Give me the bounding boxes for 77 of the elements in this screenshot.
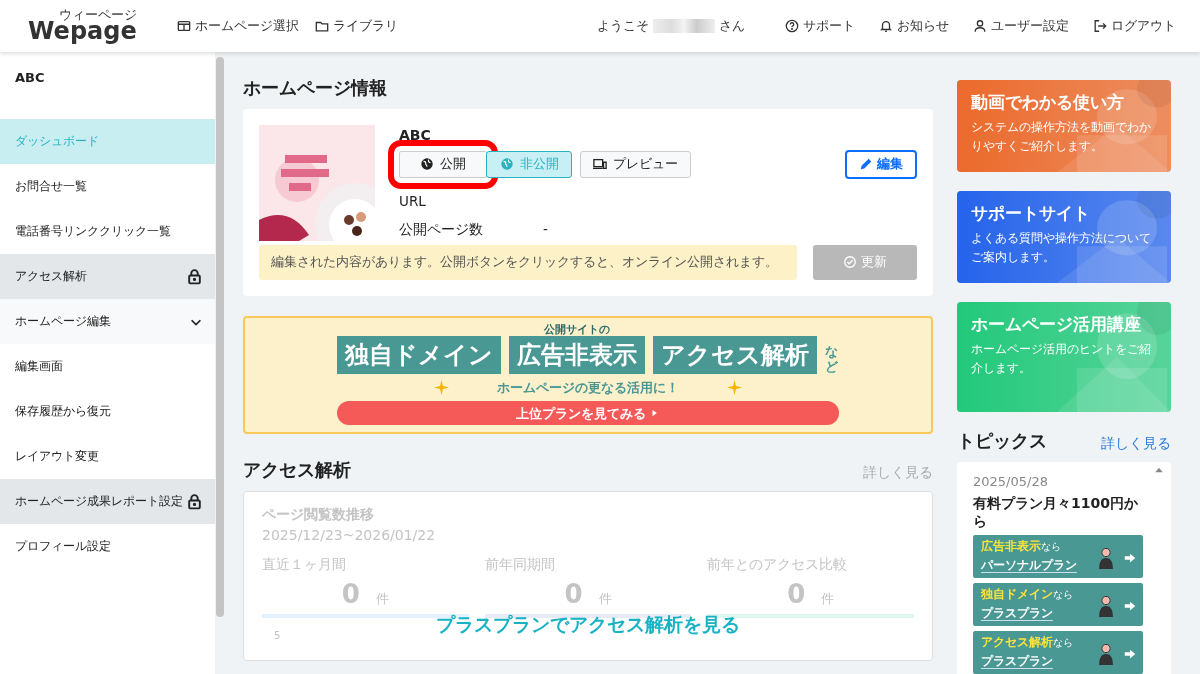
stat-unit: 件 <box>598 590 612 606</box>
feature-text: アクセス解析 <box>981 635 1053 650</box>
plan-name: プラスプラン <box>981 654 1053 670</box>
scrollbar[interactable] <box>216 57 224 617</box>
promo-title: サポートサイト <box>971 203 1091 224</box>
globe-icon <box>499 157 514 172</box>
chart-title: ページ閲覧数推移 <box>262 504 375 524</box>
bell-icon <box>879 19 893 33</box>
feature-text: 広告非表示 <box>981 539 1041 554</box>
feature-text: 独自ドメイン <box>981 587 1053 602</box>
update-button: 更新 <box>813 245 917 280</box>
plan-name: パーソナルプラン <box>981 558 1077 574</box>
edit-button[interactable]: 編集 <box>845 150 917 179</box>
refresh-icon <box>843 255 857 270</box>
topic-date: 2025/05/28 <box>973 473 1049 491</box>
logout-icon <box>1093 19 1107 33</box>
nav-link[interactable]: ユーザー設定 <box>973 16 1069 36</box>
nav-link[interactable]: お知らせ <box>879 16 949 36</box>
field-value: - <box>543 220 548 239</box>
section-title: アクセス解析 <box>243 457 351 482</box>
nav-link[interactable]: ログアウト <box>1093 16 1176 36</box>
logo-ruby: ウィーページ <box>58 9 137 22</box>
browser-window-icon <box>176 19 191 33</box>
stat-value: 0 <box>564 578 583 609</box>
plan-name: プラスプラン <box>981 606 1053 622</box>
suffix-text: なら <box>1053 589 1073 601</box>
promo-text: ホームページ活用のヒントをご紹介します。 <box>971 341 1152 377</box>
preview-button[interactable]: プレビュー <box>580 151 691 178</box>
axis-tick: 5 <box>274 628 281 643</box>
welcome-text: ようこそ <box>597 16 649 35</box>
feature-label: アクセス解析 <box>653 335 817 374</box>
stat-value: 0 <box>341 578 360 609</box>
promo-card[interactable]: サポートサイト よくある質問や操作方法についてご案内します。 <box>957 191 1171 283</box>
date-range: 2025/12/23~2026/01/22 <box>262 525 437 545</box>
promo-title: 動画でわかる使い方 <box>971 92 1125 113</box>
sidebar-item-label: ホームページ編集 <box>15 312 111 330</box>
sidebar-group[interactable]: ホームページ編集 <box>0 299 215 344</box>
promo-text: よくある質問や操作方法についてご案内します。 <box>971 230 1152 266</box>
field-label: 公開ページ数 <box>399 220 484 239</box>
feature-label: 広告非表示 <box>509 335 645 374</box>
stat-unit: 件 <box>821 590 835 606</box>
caption-text: 公開サイトの <box>544 323 610 336</box>
pencil-icon <box>859 157 873 172</box>
sidebar-item-label: ホームページ成果レポート設定 <box>15 492 183 510</box>
sidebar-item[interactable]: アクセス解析 <box>0 254 215 299</box>
welcome-text: さん <box>719 16 745 35</box>
nav-link[interactable]: ライブラリ <box>314 16 398 36</box>
sparkle-icon <box>434 380 449 396</box>
sparkle-icon <box>727 380 742 396</box>
suffix-text: なら <box>1053 637 1073 649</box>
stat-unit: 件 <box>375 590 389 606</box>
help-icon <box>785 19 799 33</box>
sidebar-item[interactable]: ホームページ成果レポート設定 <box>0 479 215 524</box>
redacted-username <box>653 19 715 33</box>
topic-headline: 有料プラン月々1100円から <box>973 493 1139 532</box>
more-link[interactable]: 詳しく見る <box>1101 433 1171 454</box>
sidebar-item-label: アクセス解析 <box>15 267 87 285</box>
nav-link[interactable]: サポート <box>785 16 855 36</box>
url-label: URL <box>399 191 427 211</box>
feature-label: 独自ドメイン <box>337 335 501 374</box>
tagline-text: ホームページの更なる活用に！ <box>497 378 679 397</box>
section-title: トピックス <box>957 429 1047 453</box>
site-name: ABC <box>399 126 432 145</box>
globe-icon <box>420 157 434 172</box>
nav-link[interactable]: ホームページ選択 <box>176 16 299 36</box>
user-icon <box>973 19 987 33</box>
promo-title: ホームページ活用講座 <box>971 314 1142 335</box>
stat-value: 0 <box>787 578 806 609</box>
suffix-text: など <box>825 345 839 374</box>
site-name: ABC <box>14 69 46 87</box>
devices-icon <box>593 157 607 172</box>
folder-icon <box>314 19 329 33</box>
suffix-text: なら <box>1041 541 1061 553</box>
notice-text: 編集された内容があります。公開ボタンをクリックすると、オンライン公開されます。 <box>259 245 797 280</box>
section-title: ホームページ情報 <box>243 76 388 100</box>
promo-text: システムの操作方法を動画でわかりやすくご紹介します。 <box>971 119 1152 155</box>
promo-banner[interactable]: 独自ドメイン 公開サイトの 広告非表示 アクセス解析 など ホームページの更なる活用に！ 上位プランを見てみる <box>243 315 933 434</box>
